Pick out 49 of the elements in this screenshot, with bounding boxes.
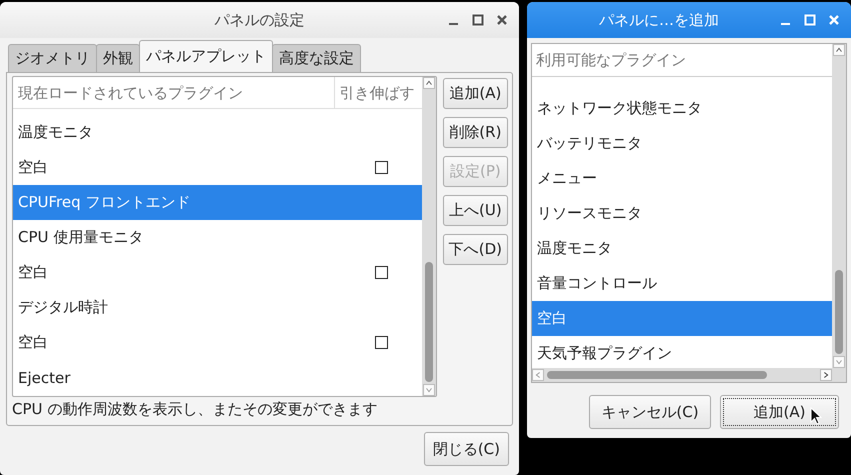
window-title: パネルの設定 xyxy=(214,10,304,30)
plugin-row[interactable]: 空白 xyxy=(13,255,422,290)
dialog-button[interactable]: キャンセル(C) xyxy=(589,395,711,429)
close-button[interactable]: 閉じる(C) xyxy=(424,432,509,466)
scroll-up-icon[interactable] xyxy=(833,44,845,56)
side-button[interactable]: 上へ(U) xyxy=(442,195,508,226)
maximize-icon[interactable] xyxy=(471,13,485,27)
scroll-thumb[interactable] xyxy=(547,371,767,379)
plugin-row[interactable]: デジタル時計 xyxy=(13,290,422,325)
scrollbar[interactable] xyxy=(422,77,436,396)
checkbox[interactable] xyxy=(375,336,388,349)
plugin-row[interactable]: CPU 使用量モニタ xyxy=(13,220,422,255)
plugin-row[interactable]: 空白 xyxy=(13,150,422,185)
tab[interactable]: パネルアプレット xyxy=(139,40,273,72)
plugin-row[interactable]: 温度モニタ xyxy=(13,115,422,150)
tab[interactable]: 外観 xyxy=(96,44,140,72)
horizontal-scrollbar[interactable] xyxy=(532,368,846,382)
scrollbar[interactable] xyxy=(832,44,846,368)
plugin-row[interactable]: CPUFreq フロントエンド xyxy=(13,185,422,220)
column-header[interactable]: 利用可能なプラグイン xyxy=(532,44,832,77)
scroll-down-icon[interactable] xyxy=(422,384,435,396)
scroll-left-icon[interactable] xyxy=(532,369,544,381)
tab[interactable]: ジオメトリ xyxy=(8,44,97,72)
side-button[interactable]: 追加(A) xyxy=(442,78,508,109)
scroll-right-icon[interactable] xyxy=(820,369,832,381)
plugin-row[interactable]: 空白 xyxy=(13,325,422,360)
plugin-row[interactable]: Ejecter xyxy=(13,360,422,395)
plugin-row[interactable]: リソースモニタ xyxy=(532,196,832,231)
tab[interactable]: 高度な設定 xyxy=(272,44,361,72)
plugin-row[interactable]: ネットワーク状態モニタ xyxy=(532,91,832,126)
plugin-description: CPU の動作周波数を表示し、またその変更ができます xyxy=(12,399,378,420)
dialog-button[interactable]: 追加(A) xyxy=(720,395,839,429)
scroll-thumb[interactable] xyxy=(835,270,843,354)
plugin-row[interactable]: 温度モニタ xyxy=(532,231,832,266)
side-button[interactable]: 削除(R) xyxy=(442,117,508,148)
plugin-row[interactable]: メニュー xyxy=(532,161,832,196)
plugin-row[interactable]: 天気予報プラグイン xyxy=(532,336,832,368)
plugin-row[interactable]: 空白 xyxy=(532,301,832,336)
column-header[interactable]: 現在ロードされているプラグイン xyxy=(13,77,334,108)
close-icon[interactable] xyxy=(495,13,509,27)
side-button[interactable]: 下へ(D) xyxy=(442,234,508,265)
plugin-row[interactable]: バッテリモニタ xyxy=(532,126,832,161)
window-title: パネルに…を追加 xyxy=(599,10,719,30)
scroll-thumb[interactable] xyxy=(424,262,433,382)
checkbox[interactable] xyxy=(375,266,388,279)
cursor-icon xyxy=(810,407,822,425)
checkbox[interactable] xyxy=(375,161,388,174)
plugin-row[interactable]: 音量コントロール xyxy=(532,266,832,301)
scroll-up-icon[interactable] xyxy=(422,77,435,89)
